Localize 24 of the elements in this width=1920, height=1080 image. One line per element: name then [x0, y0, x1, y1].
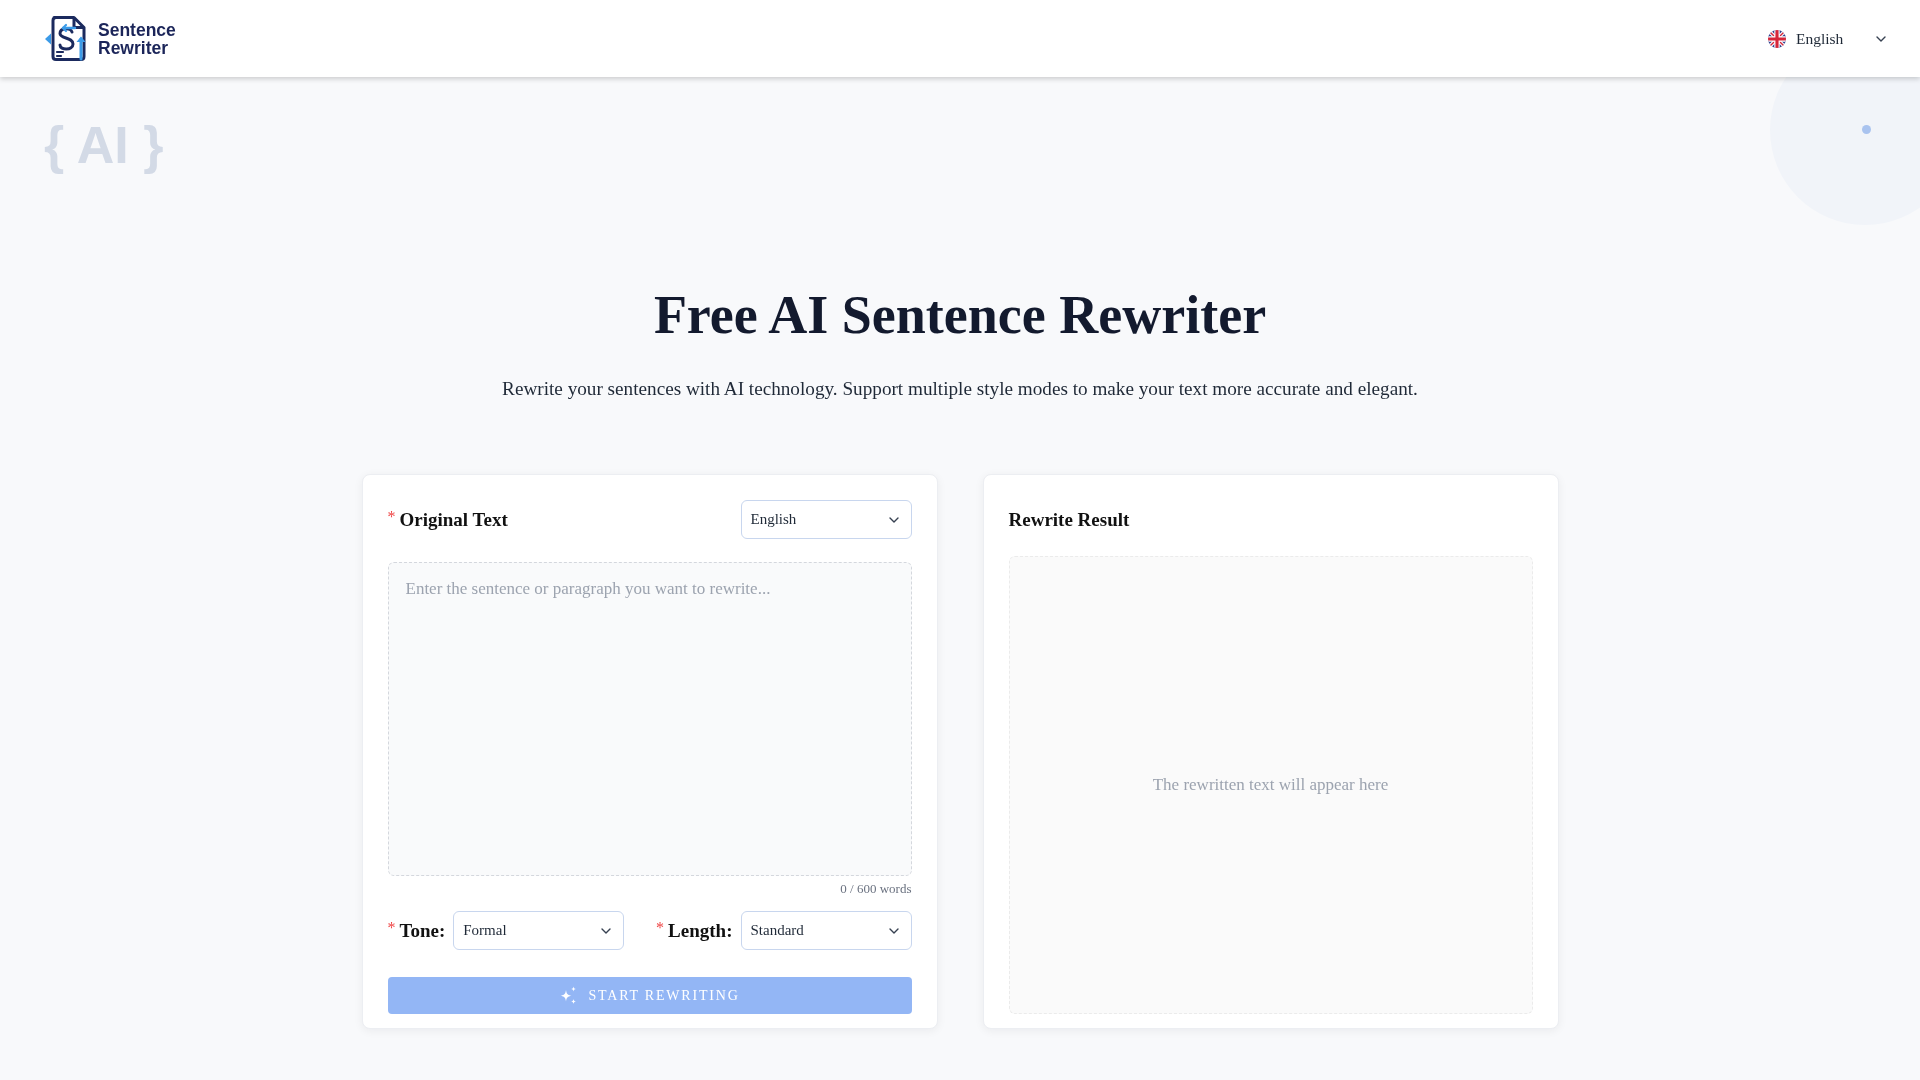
option-select[interactable]: Standard	[740, 911, 912, 950]
page-title: Free AI Sentence Rewriter	[653, 284, 1267, 347]
text-input[interactable]: Enter the sentence or paragraph you want to rewrite...	[387, 562, 912, 876]
logo-text: Sentence Rewriter	[98, 20, 176, 57]
language-menu[interactable]: English	[1768, 29, 1886, 48]
chevron-down-icon	[888, 927, 899, 934]
result-placeholder-text: The rewritten text will appear here	[1152, 775, 1389, 795]
chevron-down-icon	[888, 516, 899, 523]
chevron-down-icon	[1876, 35, 1886, 42]
required-mark: *	[387, 918, 396, 937]
page-subtitle: Rewrite your sentences with AI technology. Support multiple style modes to make your text more accurate and elegant.	[502, 377, 1418, 401]
required-mark: *	[387, 507, 396, 526]
option-label: Tone:	[399, 918, 446, 943]
option-select[interactable]: Formal	[453, 911, 625, 950]
section-title: Original Text	[399, 507, 508, 532]
option-label: Length:	[668, 918, 733, 943]
section-title: Rewrite Result	[1008, 507, 1130, 532]
dot-icon	[1862, 125, 1871, 134]
sparkle-icon	[559, 986, 579, 1005]
word-count: 0 / 600 words	[840, 881, 912, 897]
language-select[interactable]: English	[740, 500, 912, 539]
flag-icon	[1768, 29, 1786, 48]
required-mark: *	[656, 918, 665, 937]
chevron-down-icon	[601, 927, 612, 934]
